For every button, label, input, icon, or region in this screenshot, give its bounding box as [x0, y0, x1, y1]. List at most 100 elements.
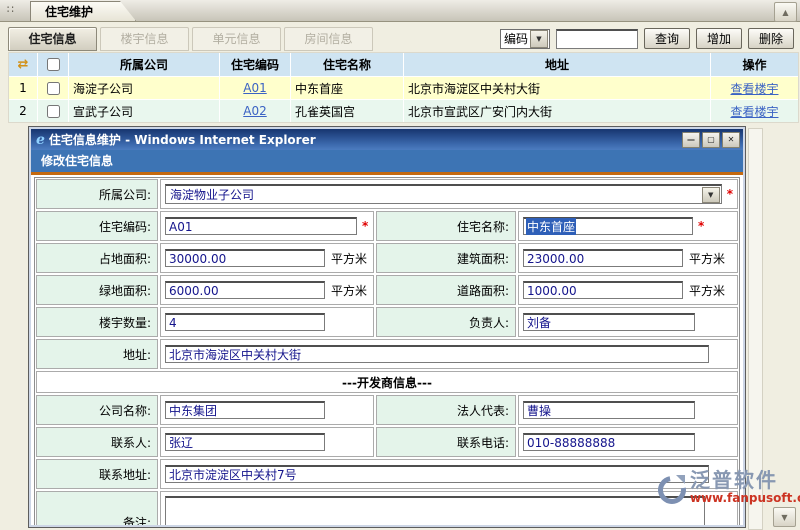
query-button[interactable]: 查询: [644, 28, 690, 49]
phone-label: 联系电话:: [376, 427, 516, 457]
minimize-button[interactable]: —: [682, 132, 700, 148]
scroll-up-button[interactable]: ▲: [774, 2, 797, 22]
view-buildings-link[interactable]: 查看楼宇: [730, 80, 778, 97]
unit-label: 平方米: [689, 250, 725, 267]
cell-address: 北京市海淀区中关村大街: [404, 77, 710, 99]
screen: ∷ 住宅维护 ▲ 住宅信息 楼宇信息 单元信息 房间信息 编码 ▼ 查询 增加 …: [0, 0, 800, 528]
developer-info-divider: ---开发商信息---: [36, 371, 738, 393]
cell-address: 北京市宣武区广安门内大街: [404, 100, 710, 122]
remark-textarea[interactable]: [165, 496, 705, 525]
residence-form: 所属公司: 海淀物业子公司 ▼ * 住宅编码: * 住宅名称:: [34, 177, 740, 525]
search-input[interactable]: [556, 29, 638, 49]
land-area-input[interactable]: [165, 249, 325, 267]
module-tab-residential-maintenance[interactable]: 住宅维护: [30, 1, 136, 21]
tab-building-info[interactable]: 楼宇信息: [100, 27, 189, 51]
row-number: 1: [9, 77, 37, 99]
building-count-label: 楼宇数量:: [36, 307, 158, 337]
maximize-button[interactable]: ▢: [702, 132, 720, 148]
name-input[interactable]: 中东首座: [523, 217, 693, 235]
name-label: 住宅名称:: [376, 211, 516, 241]
build-area-input[interactable]: [523, 249, 683, 267]
col-action: 操作: [711, 53, 798, 76]
row-checkbox[interactable]: [47, 105, 60, 118]
code-label: 住宅编码:: [36, 211, 158, 241]
delete-button[interactable]: 删除: [748, 28, 794, 49]
col-company: 所属公司: [69, 53, 219, 76]
internet-explorer-icon: e: [36, 132, 45, 148]
row-select-cell: [38, 100, 68, 122]
green-area-label: 绿地面积:: [36, 275, 158, 305]
unit-label: 平方米: [331, 250, 367, 267]
row-number: 2: [9, 100, 37, 122]
company-select[interactable]: 海淀物业子公司 ▼: [165, 184, 722, 204]
tab-residence-info[interactable]: 住宅信息: [8, 27, 97, 51]
add-button[interactable]: 增加: [696, 28, 742, 49]
building-count-input[interactable]: [165, 313, 325, 331]
road-area-input[interactable]: [523, 281, 683, 299]
dialog-title: 住宅信息维护 - Windows Internet Explorer: [49, 131, 682, 148]
fanpu-logo-icon: [656, 474, 686, 504]
select-all-cell: [38, 53, 68, 76]
search-toolbar: 编码 ▼ 查询 增加 删除: [500, 28, 794, 49]
dialog-title-bar: e 住宅信息维护 - Windows Internet Explorer — ▢…: [31, 129, 743, 150]
dialog-content: 修改住宅信息 所属公司: 海淀物业子公司 ▼ * 住宅编码: *: [31, 150, 743, 525]
code-input[interactable]: [165, 217, 357, 235]
top-bar: ∷ 住宅维护: [0, 0, 800, 22]
watermark-url: www.fanpusoft.com: [690, 492, 800, 505]
cell-company: 海淀子公司: [69, 77, 219, 99]
watermark: 泛普软件 www.fanpusoft.com: [656, 468, 800, 505]
chevron-down-icon[interactable]: ▼: [530, 30, 548, 48]
tab-unit-info[interactable]: 单元信息: [192, 27, 281, 51]
grip-icon: ∷: [7, 3, 14, 16]
required-mark: *: [362, 219, 368, 233]
chevron-down-icon[interactable]: ▼: [702, 187, 720, 203]
refresh-icon: ⇄: [9, 53, 37, 76]
phone-input[interactable]: [523, 433, 695, 451]
unit-label: 平方米: [331, 282, 367, 299]
contact-address-input[interactable]: [165, 465, 709, 483]
watermark-brand: 泛普软件: [690, 468, 800, 492]
view-buildings-link[interactable]: 查看楼宇: [730, 103, 778, 120]
land-area-label: 占地面积:: [36, 243, 158, 273]
road-area-label: 道路面积:: [376, 275, 516, 305]
dialog-header: 修改住宅信息: [31, 150, 743, 172]
green-area-input[interactable]: [165, 281, 325, 299]
manager-input[interactable]: [523, 313, 695, 331]
contact-label: 联系人:: [36, 427, 158, 457]
cell-company: 宣武子公司: [69, 100, 219, 122]
manager-label: 负责人:: [376, 307, 516, 337]
module-tab-label: 住宅维护: [45, 5, 93, 19]
tab-strip: 住宅信息 楼宇信息 单元信息 房间信息: [8, 27, 373, 51]
cell-name: 中东首座: [291, 77, 403, 99]
company-label: 所属公司:: [36, 179, 158, 209]
select-all-checkbox[interactable]: [47, 58, 60, 71]
dev-company-input[interactable]: [165, 401, 325, 419]
build-area-label: 建筑面积:: [376, 243, 516, 273]
dev-company-label: 公司名称:: [36, 395, 158, 425]
address-label: 地址:: [36, 339, 158, 369]
row-checkbox[interactable]: [47, 82, 60, 95]
unit-label: 平方米: [689, 282, 725, 299]
contact-address-label: 联系地址:: [36, 459, 158, 489]
col-code: 住宅编码: [220, 53, 290, 76]
scroll-down-button[interactable]: ▼: [773, 507, 796, 527]
required-mark: *: [727, 187, 733, 201]
cell-name: 孔雀英国宫: [291, 100, 403, 122]
remark-label: 备注:: [36, 491, 158, 525]
required-mark: *: [698, 219, 704, 233]
col-name: 住宅名称: [291, 53, 403, 76]
close-button[interactable]: ✕: [722, 132, 740, 148]
tab-room-info[interactable]: 房间信息: [284, 27, 373, 51]
row-select-cell: [38, 77, 68, 99]
search-field-select[interactable]: 编码 ▼: [500, 29, 550, 49]
legal-rep-label: 法人代表:: [376, 395, 516, 425]
residence-code-link[interactable]: A02: [243, 104, 266, 118]
divider-line: [31, 172, 743, 175]
contact-input[interactable]: [165, 433, 325, 451]
residence-table: ⇄ 所属公司 住宅编码 住宅名称 地址 操作 1 海淀子公司 A01 中东首座 …: [8, 52, 799, 123]
col-address: 地址: [404, 53, 710, 76]
legal-rep-input[interactable]: [523, 401, 695, 419]
residence-code-link[interactable]: A01: [243, 81, 266, 95]
residence-edit-dialog: e 住宅信息维护 - Windows Internet Explorer — ▢…: [28, 126, 746, 528]
address-input[interactable]: [165, 345, 709, 363]
